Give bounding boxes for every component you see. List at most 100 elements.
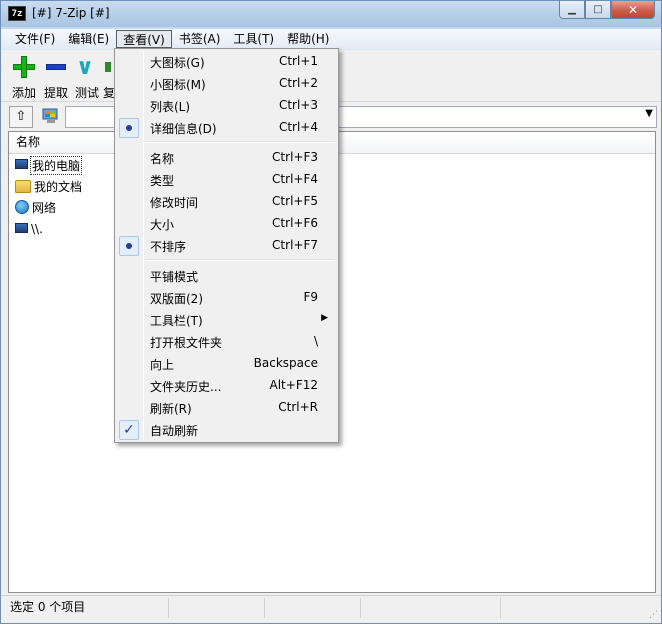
view-menu-item[interactable]: 大图标(G) Ctrl+1 [117,51,336,73]
list-item-label: \\. [31,222,43,236]
view-menu-item-label: 类型 [150,174,175,188]
view-menu-item[interactable]: 详细信息(D) Ctrl+4 [117,117,336,139]
view-menu-item-shortcut: Ctrl+F5 [272,194,318,208]
radio-dot-icon [119,118,139,138]
view-menu-item-shortcut: Ctrl+R [278,400,318,414]
view-menu-item[interactable]: 名称 Ctrl+F3 [117,147,336,169]
add-icon [11,54,37,80]
network-icon [15,200,29,214]
view-menu-item-shortcut: Alt+F12 [269,378,318,392]
list-item[interactable]: 我的文档 [15,177,83,195]
caption-buttons: ▁ □ ✕ [559,1,655,19]
view-menu-item-label: 刷新(R) [150,402,192,416]
view-menu-dropdown: 大图标(G) Ctrl+1 小图标(M) Ctrl+2 列表(L) Ctrl+3 详细信息(… [114,48,339,443]
view-menu-item-shortcut: Ctrl+4 [278,120,318,134]
view-menu-item-label: 大小 [150,218,175,232]
view-menu-item[interactable]: 文件夹历史... Alt+F12 [117,375,336,397]
view-menu-item-label: 不排序 [150,240,187,254]
view-menu-item-shortcut: \ [313,334,318,348]
view-menu-item[interactable]: 修改时间 Ctrl+F5 [117,191,336,213]
add-label: 添加 [11,86,36,100]
view-menu-item-label: 工具栏(T) [150,314,203,328]
view-menu-item[interactable]: 向上 Backspace [117,353,336,375]
view-menu-item-label: 平铺模式 [150,270,199,284]
view-menu-item-label: 文件夹历史... [150,380,222,394]
list-item[interactable]: \\. [15,220,44,238]
status-cell-2 [169,598,265,618]
menu-help[interactable]: 帮助(H) [281,30,335,48]
menu-edit[interactable]: 编辑(E) [62,30,115,48]
status-cell-4 [361,598,501,618]
view-menu-item-shortcut: Backspace [253,356,318,370]
checkmark-icon: ✓ [119,420,139,440]
view-menu-item[interactable]: 不排序 Ctrl+F7 [117,235,336,257]
maximize-icon: □ [593,4,603,15]
view-menu-item[interactable]: 列表(L) Ctrl+3 [117,95,336,117]
list-item-label: 我的文档 [34,179,83,194]
view-menu-item-shortcut: Ctrl+F3 [272,150,318,164]
dropdown-arrow-icon[interactable]: ▼ [645,108,653,119]
view-menu-item[interactable]: 刷新(R) Ctrl+R [117,397,336,419]
view-menu-item-shortcut: Ctrl+1 [278,54,318,68]
menu-file[interactable]: 文件(F) [9,30,61,48]
view-menu-item-label: 自动刷新 [150,424,199,438]
resize-grip-icon[interactable]: ⋰ [649,610,658,620]
computer-location-icon [42,108,58,123]
view-menu-item[interactable]: 双版面(2) F9 [117,287,336,309]
menu-bar: 文件(F) 编辑(E) 查看(V) 书签(A) 工具(T) 帮助(H) [1,29,661,49]
view-menu-item-label: 小图标(M) [150,78,206,92]
view-menu-item-shortcut: Ctrl+3 [278,98,318,112]
extract-label: 提取 [43,86,68,100]
menu-bookmarks[interactable]: 书签(A) [173,30,227,48]
computer-icon [15,158,28,169]
menu-view[interactable]: 查看(V) [116,30,172,48]
view-menu-item[interactable]: 平铺模式 [117,265,336,287]
folder-icon [15,179,31,193]
list-item-label: 网络 [32,200,57,215]
view-menu-item-label: 详细信息(D) [150,122,217,136]
view-menu-item-shortcut: Ctrl+F4 [272,172,318,186]
maximize-button[interactable]: □ [585,1,611,19]
extract-button[interactable]: 提取 [41,54,71,101]
status-cell-3 [265,598,361,618]
add-button[interactable]: 添加 [9,54,39,101]
app-icon[interactable]: 7z [8,6,26,21]
radio-dot-icon [119,236,139,256]
view-menu-item[interactable]: 小图标(M) Ctrl+2 [117,73,336,95]
close-icon: ✕ [627,2,639,17]
minimize-button[interactable]: ▁ [559,1,585,19]
up-folder-button[interactable]: ⇧ [9,106,33,128]
view-menu-item-label: 打开根文件夹 [150,336,223,350]
test-icon: ∨ [76,55,94,80]
app-window: 7z [#] 7-Zip [#] ▁ □ ✕ 文件(F) 编辑(E) 查看(V)… [0,0,662,624]
close-button[interactable]: ✕ [611,1,655,19]
test-button[interactable]: ∨ 测试 [72,54,102,101]
computer-icon [15,222,28,233]
view-menu-item[interactable]: 大小 Ctrl+F6 [117,213,336,235]
status-selected: 选定 0 个项目 [1,598,169,618]
view-menu-item[interactable]: ✓ 自动刷新 [117,419,336,441]
list-item[interactable]: 我的电脑 [15,155,83,175]
view-menu-item-shortcut: Ctrl+F7 [272,238,318,252]
submenu-arrow-icon: ▶ [321,313,328,323]
view-menu-item-label: 修改时间 [150,196,199,210]
menu-separator [145,141,335,143]
view-menu-item[interactable]: 类型 Ctrl+F4 [117,169,336,191]
view-menu-item-shortcut: F9 [303,290,318,304]
view-menu-item-label: 大图标(G) [150,56,205,70]
list-item-label: 我的电脑 [30,155,83,175]
up-arrow-icon: ⇧ [15,109,27,124]
view-menu-item[interactable]: 打开根文件夹 \ [117,331,336,353]
test-label: 测试 [74,86,99,100]
list-item[interactable]: 网络 [15,198,57,216]
menu-tools[interactable]: 工具(T) [227,30,280,48]
view-menu-item-shortcut: Ctrl+F6 [272,216,318,230]
view-menu-item-label: 列表(L) [150,100,191,114]
view-menu-item-shortcut: Ctrl+2 [278,76,318,90]
title-bar[interactable]: 7z [#] 7-Zip [#] ▁ □ ✕ [1,1,661,27]
window-title: [#] 7-Zip [#] [32,6,110,20]
view-menu-item-label: 向上 [150,358,175,372]
view-menu-item-label: 名称 [150,152,175,166]
view-menu-item-label: 双版面(2) [150,292,203,306]
view-menu-item[interactable]: 工具栏(T) ▶ [117,309,336,331]
